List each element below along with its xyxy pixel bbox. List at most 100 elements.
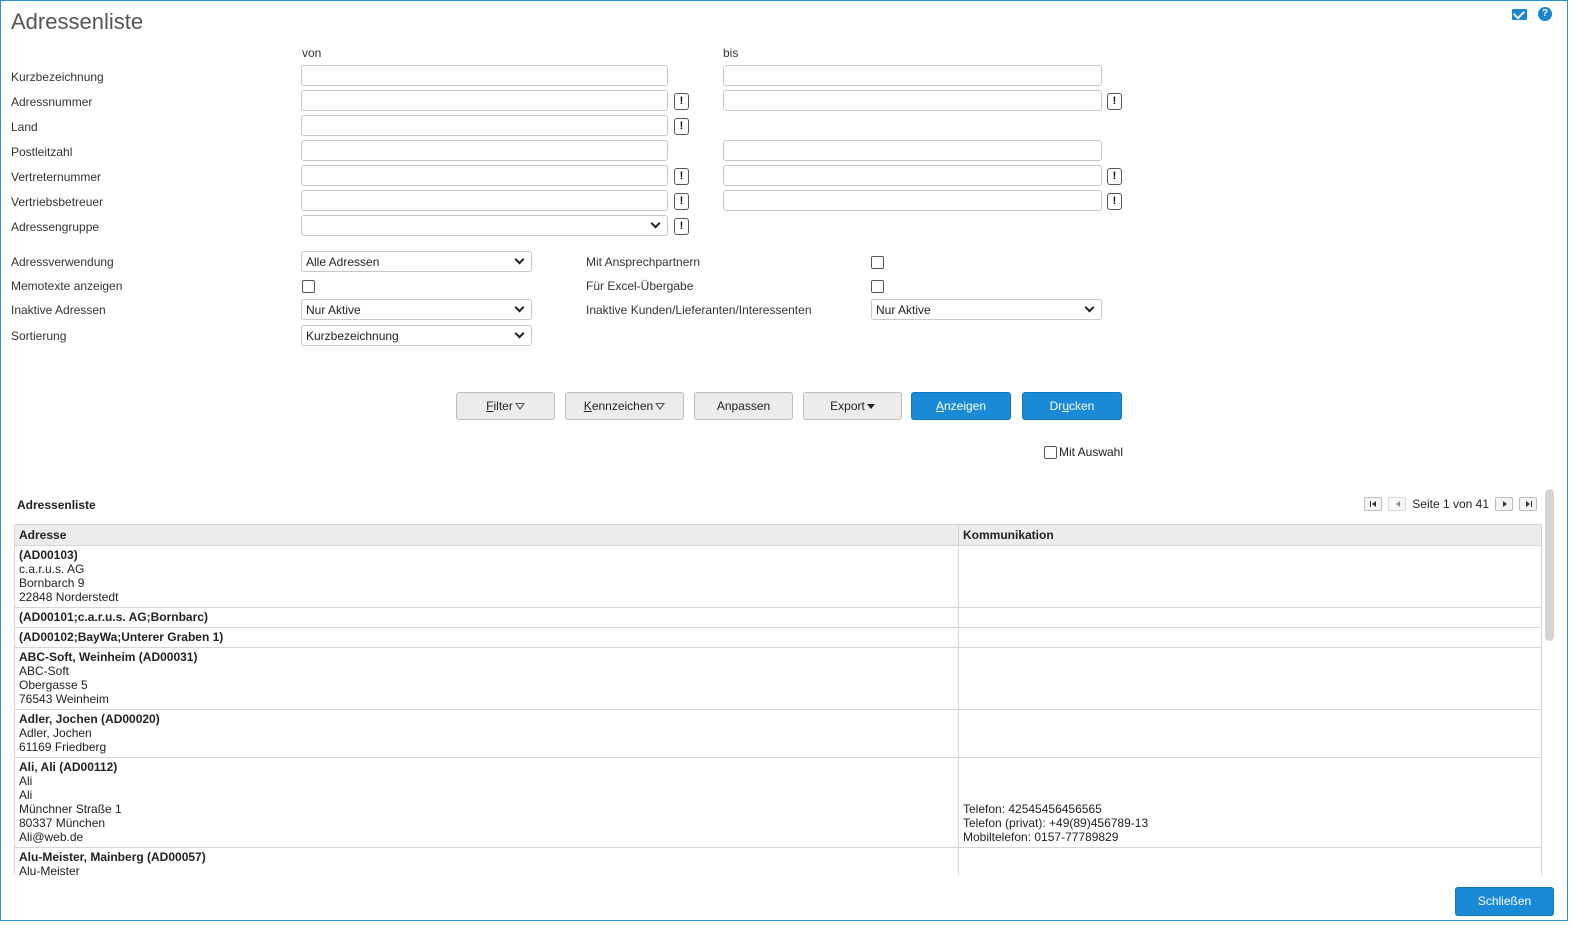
communication-cell: [958, 627, 1542, 648]
kurzbezeichnung-label: Kurzbezeichnung: [11, 70, 104, 84]
table-row[interactable]: Ali, Ali (AD00112) Ali Ali Münchner Straße …: [14, 757, 1542, 848]
export-button[interactable]: Export: [803, 392, 902, 420]
adressengruppe-select-button[interactable]: !: [674, 218, 689, 235]
address-title: (AD00101;c.a.r.u.s. AG;Bornbarc): [19, 610, 208, 624]
adressnummer-from-select-button[interactable]: !: [674, 93, 689, 110]
inaktive-adressen-select[interactable]: Nur Aktive: [301, 299, 532, 320]
anpassen-button[interactable]: Anpassen: [694, 392, 793, 420]
inaktive-adressen-value: Nur Aktive: [306, 302, 361, 317]
communication-cell: [958, 545, 1542, 608]
sortierung-select[interactable]: Kurzbezeichnung: [301, 325, 532, 346]
vertreternummer-to-input[interactable]: [723, 165, 1102, 186]
land-select-button[interactable]: !: [674, 118, 689, 135]
communication-line: Telefon: 42545456456565: [963, 802, 1102, 816]
table-row[interactable]: ABC-Soft, Weinheim (AD00031) ABC-Soft Ober…: [14, 647, 1542, 710]
vertreternummer-label: Vertreternummer: [11, 170, 102, 184]
excel-checkbox[interactable]: [871, 280, 884, 293]
previous-page-icon[interactable]: [1388, 497, 1407, 511]
table-row[interactable]: Adler, Jochen (AD00020) Adler, Jochen 6116…: [14, 709, 1542, 758]
vertreternummer-from-select-button[interactable]: !: [674, 168, 689, 185]
adressverwendung-select[interactable]: Alle Adressen: [301, 251, 532, 272]
first-page-icon[interactable]: [1364, 497, 1383, 511]
table-row[interactable]: Alu-Meister, Mainberg (AD00057) Alu-Meist…: [14, 847, 1542, 875]
vertriebsbetreuer-from-select-button[interactable]: !: [674, 193, 689, 210]
filter-button[interactable]: Filter: [456, 392, 555, 420]
address-line: 61169 Friedberg: [19, 740, 107, 754]
address-title: (AD00103): [19, 548, 78, 562]
scrollbar-thumb[interactable]: [1545, 489, 1554, 641]
address-line: Münchner Straße 1: [19, 802, 122, 816]
column-from-label: von: [302, 46, 322, 60]
inaktive-kunden-select[interactable]: Nur Aktive: [871, 299, 1102, 320]
address-title: ABC-Soft, Weinheim (AD00031): [19, 650, 198, 664]
chevron-down-icon: [1084, 302, 1095, 313]
vertriebsbetreuer-label: Vertriebsbetreuer: [11, 195, 104, 209]
communication-cell: [958, 709, 1542, 758]
adressnummer-to-select-button[interactable]: !: [1107, 93, 1122, 110]
excel-label: Für Excel-Übergabe: [586, 279, 694, 293]
adressnummer-to-input[interactable]: [723, 90, 1102, 111]
ansprechpartner-label: Mit Ansprechpartnern: [586, 255, 701, 269]
communication-line: Mobiltelefon: 0157-77789829: [963, 830, 1119, 844]
postleitzahl-from-input[interactable]: [301, 140, 668, 161]
vertriebsbetreuer-to-select-button[interactable]: !: [1107, 193, 1122, 210]
address-line: Alu-Meister: [19, 864, 80, 875]
page-title: Adressenliste: [11, 9, 144, 34]
vertreternummer-to-select-button[interactable]: !: [1107, 168, 1122, 185]
help-icon[interactable]: ?: [1537, 7, 1553, 21]
mit-auswahl-toggle[interactable]: Mit Auswahl: [1044, 445, 1123, 459]
communication-cell: [958, 607, 1542, 628]
address-line: 76543 Weinheim: [19, 692, 109, 706]
drucken-button[interactable]: Drucken: [1022, 392, 1122, 420]
vertreternummer-from-input[interactable]: [301, 165, 668, 186]
top-icons: ?: [1511, 7, 1553, 21]
column-header-adresse[interactable]: Adresse: [14, 524, 959, 546]
list-scrollbar[interactable]: [1544, 489, 1555, 875]
mit-auswahl-checkbox[interactable]: [1044, 445, 1057, 459]
address-cell: Ali, Ali (AD00112) Ali Ali Münchner Straße …: [14, 757, 959, 848]
sortierung-value: Kurzbezeichnung: [306, 328, 399, 343]
chevron-down-icon: [650, 218, 661, 229]
address-cell: ABC-Soft, Weinheim (AD00031) ABC-Soft Ober…: [14, 647, 959, 710]
table-row[interactable]: (AD00103) c.a.r.u.s. AG Bornbarch 9 22848 N…: [14, 545, 1542, 608]
kurzbezeichnung-to-input[interactable]: [723, 65, 1102, 86]
adressnummer-from-input[interactable]: [301, 90, 668, 111]
adressengruppe-label: Adressengruppe: [11, 220, 100, 234]
adressnummer-label: Adressnummer: [11, 95, 93, 109]
address-cell: Alu-Meister, Mainberg (AD00057) Alu-Meist…: [14, 847, 959, 875]
column-to-label: bis: [723, 46, 739, 60]
address-cell: (AD00102;BayWa;Unterer Graben 1): [14, 627, 959, 648]
land-label: Land: [11, 120, 38, 134]
postleitzahl-to-input[interactable]: [723, 140, 1102, 161]
kurzbezeichnung-from-input[interactable]: [301, 65, 668, 86]
vertriebsbetreuer-from-input[interactable]: [301, 190, 668, 211]
column-header-kommunikation[interactable]: Kommunikation: [958, 524, 1542, 546]
close-button[interactable]: Schließen: [1455, 887, 1554, 916]
address-cell: Adler, Jochen (AD00020) Adler, Jochen 6116…: [14, 709, 959, 758]
address-cell: (AD00101;c.a.r.u.s. AG;Bornbarc): [14, 607, 959, 628]
adressengruppe-select[interactable]: [301, 215, 668, 236]
memotexte-checkbox[interactable]: [302, 280, 315, 293]
next-page-icon[interactable]: [1495, 497, 1513, 511]
pager: Seite 1 von 41: [1364, 497, 1537, 511]
anzeigen-button[interactable]: Anzeigen: [911, 392, 1011, 420]
address-title: Ali, Ali (AD00112): [19, 760, 118, 774]
address-title: Alu-Meister, Mainberg (AD00057): [19, 850, 206, 864]
table-row[interactable]: (AD00102;BayWa;Unterer Graben 1): [14, 627, 1542, 648]
vertriebsbetreuer-to-input[interactable]: [723, 190, 1102, 211]
land-input[interactable]: [301, 115, 668, 136]
communication-cell: [958, 847, 1542, 875]
address-line: ABC-Soft: [19, 664, 70, 678]
mit-auswahl-label: Mit Auswahl: [1059, 445, 1124, 459]
ansprechpartner-checkbox[interactable]: [871, 256, 884, 269]
adressverwendung-label: Adressverwendung: [11, 255, 114, 269]
kennzeichen-button[interactable]: Kennzeichen: [565, 392, 684, 420]
communication-line: Telefon (privat): +49(89)456789-13: [963, 816, 1149, 830]
page-indicator: Seite 1 von 41: [1412, 497, 1489, 511]
last-page-icon[interactable]: [1519, 497, 1537, 511]
table-row[interactable]: (AD00101;c.a.r.u.s. AG;Bornbarc): [14, 607, 1542, 628]
window-frame: Adressenliste ? von bis Kurzbezeichnung …: [0, 0, 1568, 921]
address-line: 80337 München: [19, 816, 106, 830]
mail-icon[interactable]: [1511, 7, 1527, 21]
chevron-down-icon: [514, 254, 525, 265]
